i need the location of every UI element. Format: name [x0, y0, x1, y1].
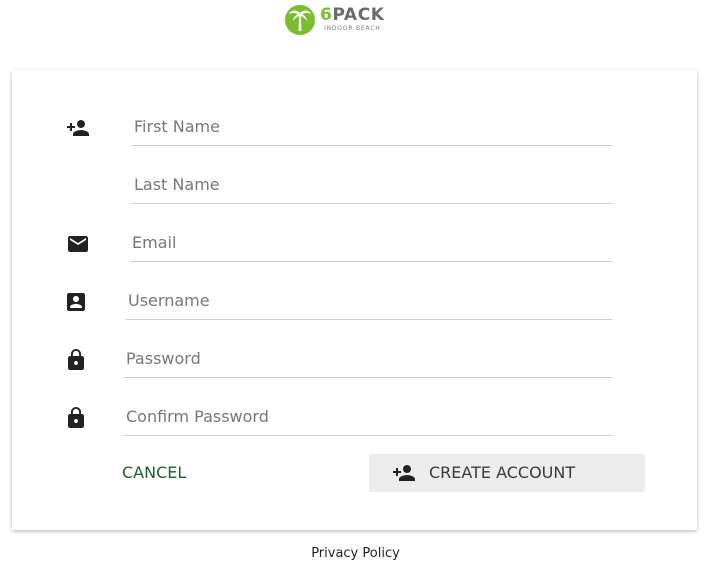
brand-name-main: PACK — [332, 5, 385, 25]
signup-card: CANCEL CREATE ACCOUNT — [12, 70, 697, 530]
brand-tagline: INDOOR BEACH — [324, 25, 381, 32]
email-field — [12, 224, 697, 264]
brand-name: 6PACK — [320, 5, 385, 25]
first-name-input[interactable] — [132, 108, 612, 146]
username-input[interactable] — [126, 282, 612, 320]
mail-icon — [68, 236, 88, 252]
add-person-icon — [393, 465, 415, 481]
account-box-icon — [67, 293, 85, 311]
palm-logo-icon — [285, 5, 315, 35]
password-input[interactable] — [124, 340, 612, 378]
create-account-label: CREATE ACCOUNT — [429, 463, 576, 482]
privacy-policy-link[interactable]: Privacy Policy — [0, 546, 711, 561]
brand-name-prefix: 6 — [320, 5, 333, 25]
brand-logo: 6PACK INDOOR BEACH — [284, 4, 424, 36]
username-field — [12, 282, 697, 322]
last-name-input[interactable] — [132, 166, 612, 204]
password-field — [12, 340, 697, 380]
cancel-button[interactable]: CANCEL — [122, 456, 186, 490]
confirm-password-field — [12, 398, 697, 438]
confirm-password-input[interactable] — [124, 398, 612, 436]
lock-icon — [68, 349, 84, 370]
signup-page: 6PACK INDOOR BEACH First Name Last Name … — [0, 0, 711, 570]
add-person-icon — [67, 120, 89, 136]
first-name-field — [12, 108, 697, 148]
lock-icon — [68, 407, 84, 428]
last-name-field — [12, 166, 697, 206]
email-input[interactable] — [130, 224, 612, 262]
create-account-button[interactable]: CREATE ACCOUNT — [369, 454, 645, 492]
